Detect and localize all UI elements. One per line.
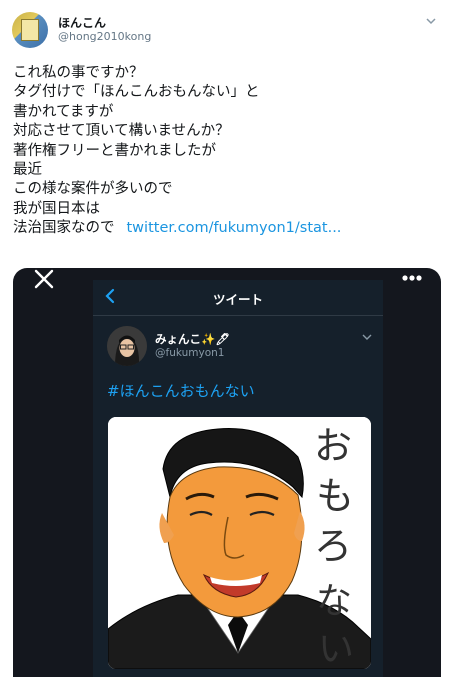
embedded-navbar: ツイート	[93, 280, 383, 316]
embedded-display-name: みょんこ✨🖊	[155, 332, 230, 346]
tweet-line-last: 法治国家なので twitter.com/fukumyon1/stat...	[13, 219, 443, 238]
tweet-line: タグ付けで「ほんこんおもんない」と	[13, 84, 260, 101]
tweet-header: ほんこん @hong2010kong	[12, 12, 442, 52]
display-name[interactable]: ほんこん	[58, 14, 106, 31]
tweet-line: 著作権フリーと書かれましたが	[13, 142, 216, 159]
embedded-avatar	[107, 326, 147, 366]
embedded-title: ツイート	[212, 292, 263, 307]
tweet-card: ほんこん @hong2010kong これ私の事ですか？ タグ付けで「ほんこんお…	[0, 0, 453, 677]
tweet-link[interactable]: twitter.com/fukumyon1/stat...	[127, 220, 342, 236]
tweet-line: 我が国日本は	[13, 200, 100, 217]
tweet-line: 最近	[13, 161, 42, 178]
drawing-text-ro: ろ	[314, 524, 352, 568]
embedded-screenshot: ツイート みょんこ✨🖊 @fukumyon1 #ほんこんおもんない お も ろ …	[93, 280, 383, 677]
embedded-handle: @fukumyon1	[155, 347, 225, 359]
user-avatar[interactable]	[12, 12, 48, 48]
portrait-drawing: お も ろ な い	[108, 417, 371, 669]
user-handle[interactable]: @hong2010kong	[58, 30, 151, 43]
tweet-line: 対応させて頂いて構いませんか？	[13, 123, 230, 140]
tweet-line: 書かれてますが	[13, 103, 114, 120]
tweet-line: 法治国家なので	[13, 220, 115, 237]
more-options-icon[interactable]	[401, 274, 423, 282]
drawing-text-o: お	[314, 424, 352, 468]
drawing-text-na: な	[316, 581, 352, 622]
tweet-line: これ私の事ですか？	[13, 65, 144, 81]
drawing-text-i: い	[318, 629, 354, 669]
drawing-text-mo: も	[316, 474, 354, 518]
chevron-down-icon[interactable]	[424, 14, 438, 28]
close-icon[interactable]	[33, 268, 55, 290]
media-attachment[interactable]: ツイート みょんこ✨🖊 @fukumyon1 #ほんこんおもんない お も ろ …	[13, 268, 441, 677]
tweet-line: この様な案件が多いので	[13, 181, 173, 198]
embedded-hashtag: #ほんこんおもんない	[107, 382, 255, 400]
tweet-text: これ私の事ですか？ タグ付けで「ほんこんおもんない」と 書かれてますが 対応させ…	[13, 64, 443, 239]
chevron-down-icon	[362, 334, 372, 340]
